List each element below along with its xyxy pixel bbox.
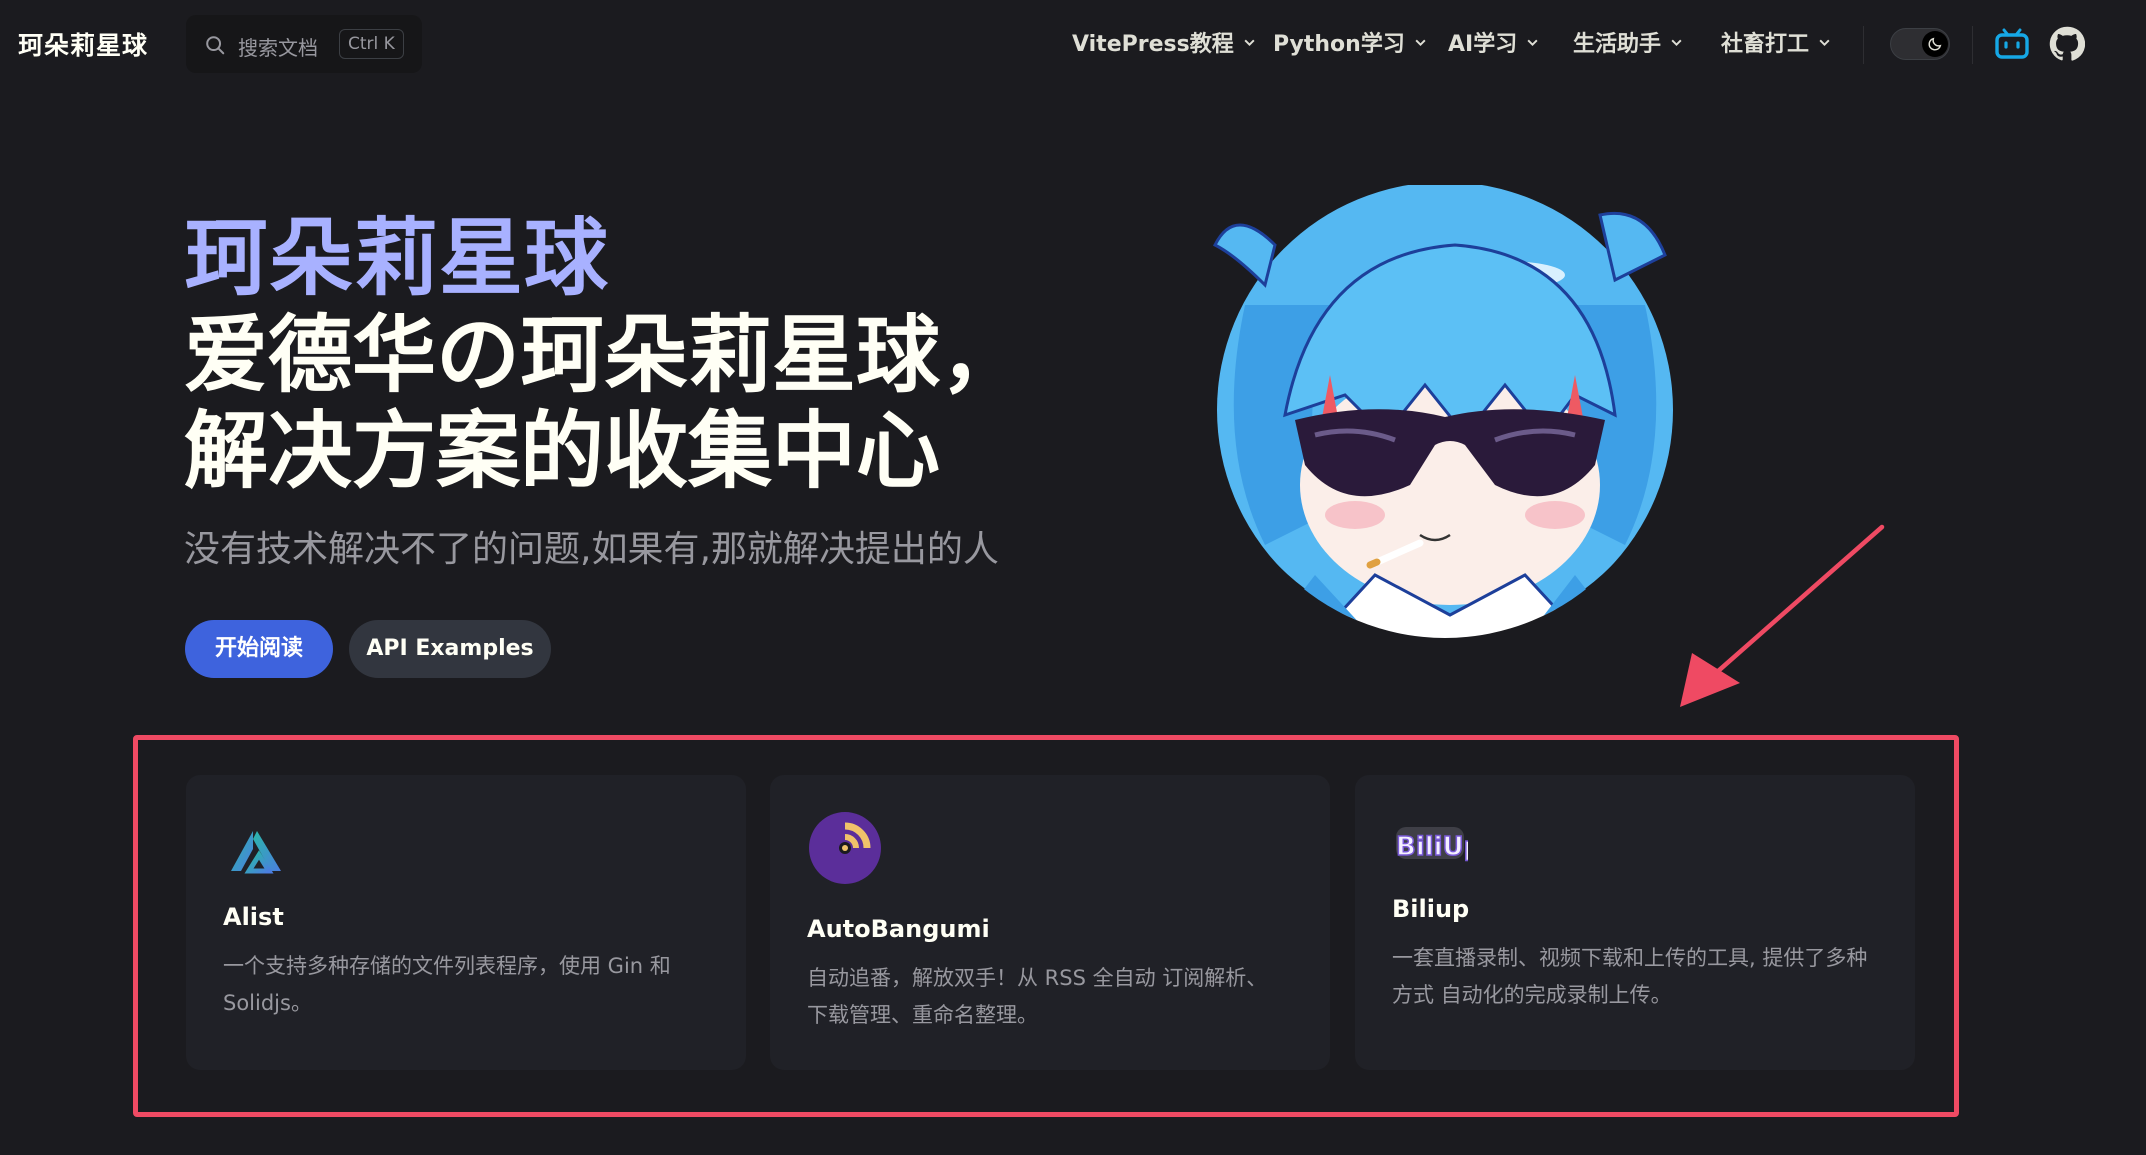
nav-item-label: VitePress教程 [1072,32,1234,57]
nav-divider [1863,26,1864,64]
feature-description: 自动追番，解放双手！从 RSS 全自动 订阅解析、下载管理、重命名整理。 [807,966,1268,1027]
hero-text: 爱德华の珂朵莉星球， 解决方案的收集中心 [184,307,1044,499]
feature-card-alist[interactable]: Alist 一个支持多种存储的文件列表程序，使用 Gin 和 Solidjs。 [186,775,746,1070]
search-placeholder: 搜索文档 [238,36,318,60]
site-title[interactable]: 珂朵莉星球 [18,26,148,62]
feature-card-autobangumi[interactable]: AutoBangumi 自动追番，解放双手！从 RSS 全自动 订阅解析、下载管… [770,775,1330,1070]
feature-description: 一套直播录制、视频下载和上传的工具, 提供了多种方式 自动化的完成录制上传。 [1392,946,1868,1007]
chevron-down-icon [1244,39,1255,46]
nav-item-ai[interactable]: AI学习 [1448,26,1539,58]
switch-knob [1922,31,1948,57]
appearance-toggle[interactable] [1890,28,1950,60]
annotation-arrow [1680,524,1885,707]
nav-item-label: AI学习 [1448,32,1518,57]
top-nav: 珂朵莉星球 搜索文档 Ctrl K VitePress教程 Python学习 A… [0,0,2146,88]
search-icon [206,36,225,55]
feature-card-biliup[interactable]: BiliUp Biliup 一套直播录制、视频下载和上传的工具, 提供了多种方式… [1355,775,1915,1070]
alist-logo-icon [231,831,281,874]
svg-text:BiliUp: BiliUp [1396,832,1468,862]
hero-avatar-image [1212,185,1673,638]
github-icon[interactable] [2049,26,2085,62]
search-button[interactable]: 搜索文档 Ctrl K [186,15,422,73]
nav-item-work[interactable]: 社畜打工 [1721,26,1831,58]
autobangumi-logo-icon [809,812,881,884]
hero-tagline: 没有技术解决不了的问题,如果有,那就解决提出的人 [184,529,999,570]
nav-item-label: Python学习 [1273,32,1405,57]
bilibili-icon[interactable] [1994,26,2030,62]
nav-item-label: 生活助手 [1573,32,1662,57]
hero-text-line: 解决方案的收集中心 [184,402,941,500]
feature-description: 一个支持多种存储的文件列表程序，使用 Gin 和 Solidjs。 [223,954,671,1015]
chevron-down-icon [1819,39,1830,46]
feature-title: Biliup [1392,895,1470,923]
chevron-down-icon [1527,39,1538,46]
feature-title: AutoBangumi [807,915,990,943]
api-examples-button[interactable]: API Examples [349,620,551,678]
nav-item-life[interactable]: 生活助手 [1573,26,1683,58]
nav-item-python[interactable]: Python学习 [1273,26,1427,58]
nav-item-vitepress[interactable]: VitePress教程 [1072,26,1256,58]
hero-text-line: 爱德华の珂朵莉星球， [184,306,1025,404]
chevron-down-icon [1415,39,1426,46]
chevron-down-icon [1671,39,1682,46]
biliup-logo-icon: BiliUp [1395,827,1468,863]
feature-title: Alist [223,903,284,931]
hero-name: 珂朵莉星球 [184,209,610,307]
search-shortcut: Ctrl K [339,29,404,59]
moon-icon [1928,37,1942,51]
nav-divider [1972,26,1973,64]
start-reading-button[interactable]: 开始阅读 [185,620,333,678]
nav-item-label: 社畜打工 [1721,32,1810,57]
